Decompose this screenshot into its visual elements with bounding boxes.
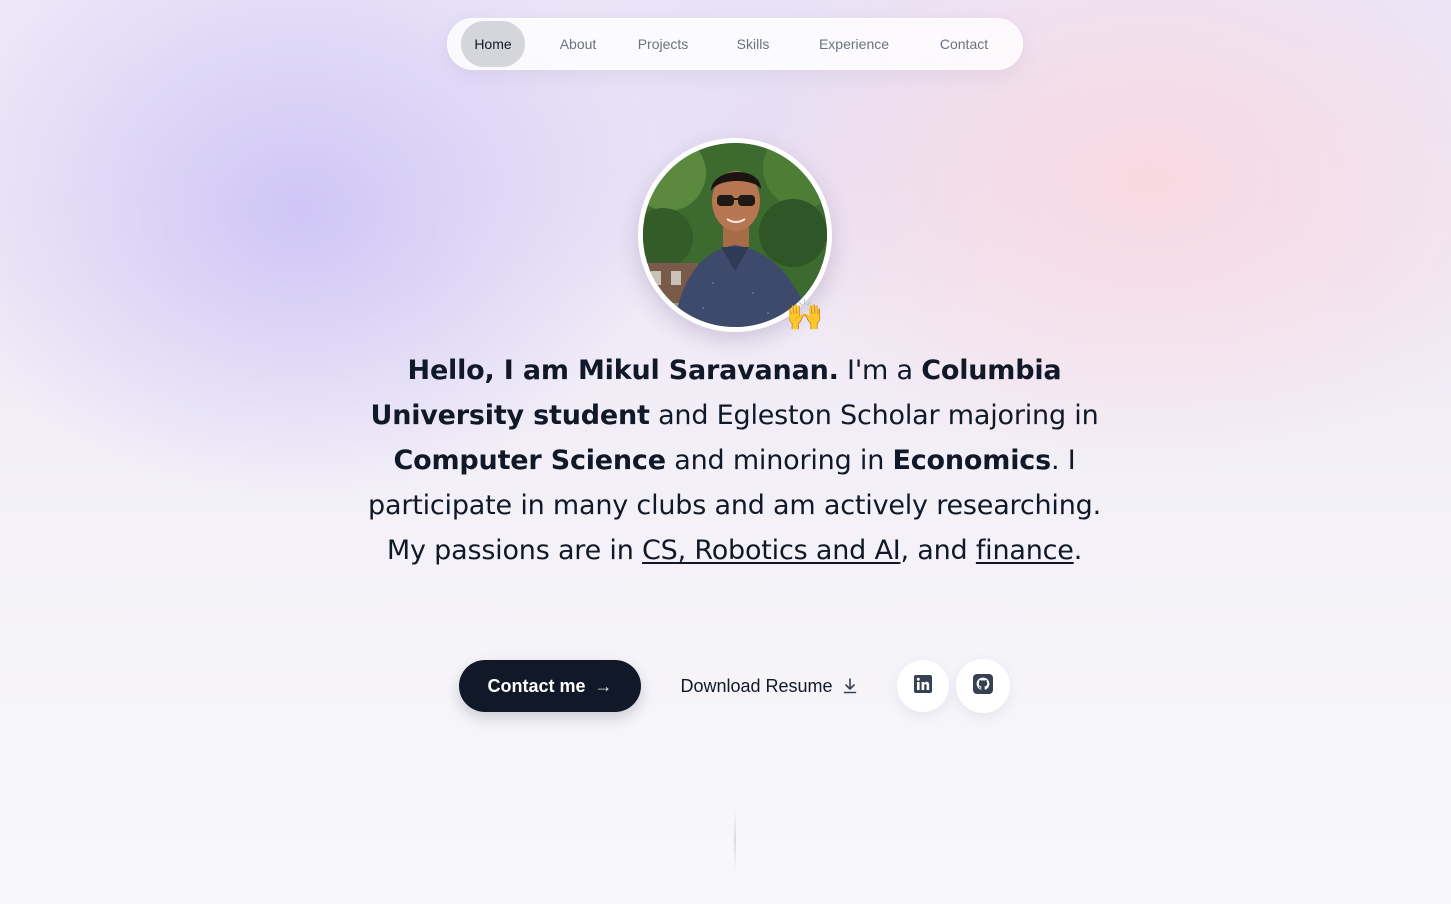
link-finance[interactable]: finance <box>976 535 1074 566</box>
nav-item-contact[interactable]: Contact <box>936 21 992 67</box>
nav-item-skills[interactable]: Skills <box>734 21 772 67</box>
intro-paragraph: Hello, I am Mikul Saravanan. I'm a Colum… <box>345 348 1124 573</box>
nav-item-home[interactable]: Home <box>461 21 525 67</box>
nav-item-projects[interactable]: Projects <box>634 21 692 67</box>
raising-hands-emoji-icon: 🙌 <box>786 298 824 333</box>
scroll-indicator-line <box>734 808 736 872</box>
nav-item-experience[interactable]: Experience <box>815 21 893 67</box>
intro-text: and minoring in <box>665 445 893 476</box>
intro-minor: Economics <box>892 445 1052 476</box>
intro-text: and Egleston Scholar majoring in <box>649 400 1099 431</box>
contact-me-label: Contact me <box>487 675 586 696</box>
hero-actions: Contact me → Download Resume <box>459 659 1010 713</box>
download-resume-button[interactable]: Download Resume <box>659 660 878 712</box>
linkedin-icon <box>914 675 932 697</box>
intro-text: . <box>1073 535 1083 566</box>
github-icon <box>973 674 993 698</box>
intro-text: I'm a <box>838 355 922 386</box>
contact-me-button[interactable]: Contact me → <box>459 660 641 712</box>
link-cs-robotics-ai[interactable]: CS, Robotics and AI <box>642 535 901 566</box>
intro-text: , and <box>900 535 976 566</box>
linkedin-button[interactable] <box>897 660 949 712</box>
download-icon <box>843 678 857 694</box>
top-navigation: Home About Projects Skills Experience Co… <box>447 18 1023 70</box>
nav-item-about[interactable]: About <box>557 21 599 67</box>
github-button[interactable] <box>956 659 1010 713</box>
intro-major: Computer Science <box>393 445 667 476</box>
profile-avatar-container: 🙌 <box>638 138 832 333</box>
intro-greeting: Hello, I am Mikul Saravanan. <box>407 355 839 386</box>
download-resume-label: Download Resume <box>680 675 833 696</box>
arrow-right-icon: → <box>594 675 613 696</box>
